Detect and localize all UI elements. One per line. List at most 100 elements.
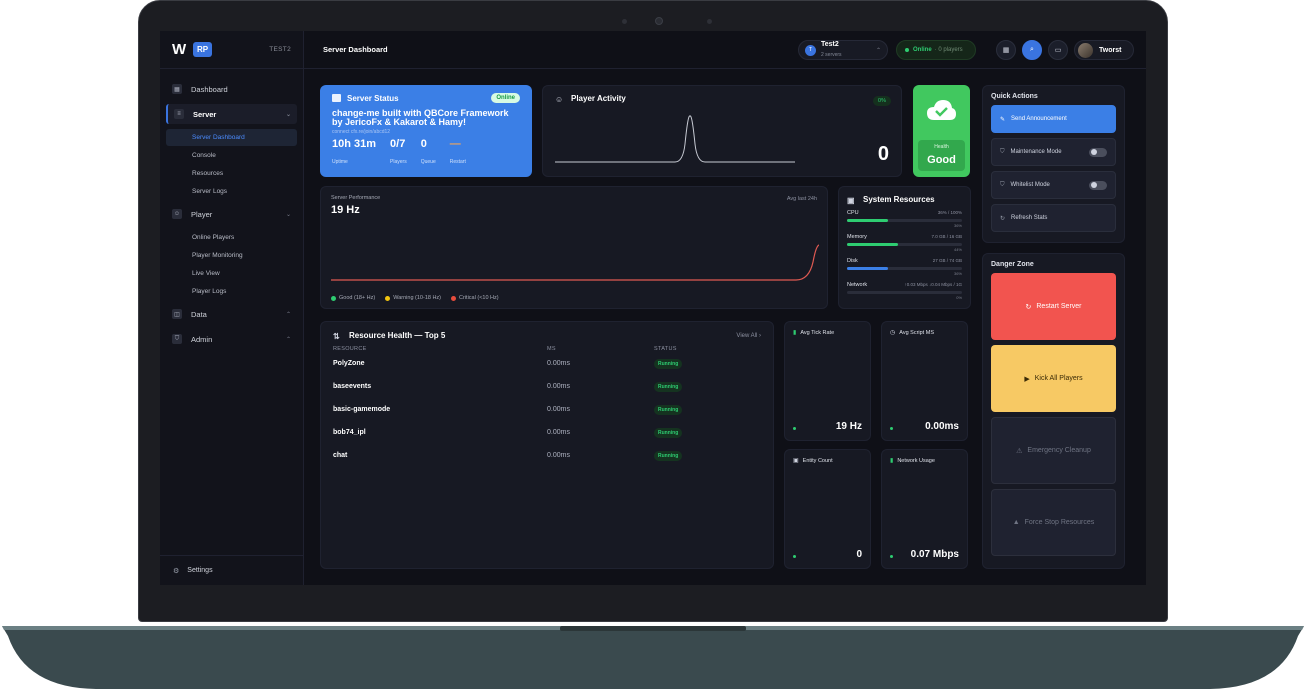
quick-actions-title: Quick Actions bbox=[991, 93, 1038, 100]
table-row[interactable]: bob74_ipl 0.00ms Running bbox=[333, 421, 761, 444]
server-status-title: Server Status bbox=[347, 93, 399, 103]
sidebar-subitem-player-logs[interactable]: Player Logs bbox=[166, 283, 297, 300]
shield-icon: ⛉ bbox=[1000, 148, 1005, 155]
kick-icon: ▶ bbox=[1024, 375, 1030, 383]
button-label: Force Stop Resources bbox=[1024, 519, 1095, 526]
refresh-stats-button[interactable]: ↻ Refresh Stats bbox=[991, 204, 1116, 232]
app-logo: W bbox=[172, 41, 187, 58]
chevron-down-icon: ⌄ bbox=[285, 211, 291, 218]
sidebar-subitem-server-dashboard[interactable]: Server Dashboard bbox=[166, 129, 297, 146]
view-all-link[interactable]: View All › bbox=[736, 333, 761, 339]
server-selector[interactable]: T Test2 2 servers ⌃ bbox=[798, 40, 888, 60]
restart-value: — bbox=[449, 138, 461, 150]
danger-zone-title: Danger Zone bbox=[991, 261, 1034, 268]
resource-bar-fill bbox=[847, 267, 889, 270]
avatar bbox=[1078, 42, 1093, 58]
server-count: 2 servers bbox=[821, 52, 842, 58]
table-row[interactable]: baseevents 0.00ms Running bbox=[333, 375, 761, 398]
metric-label: Avg Script MS bbox=[899, 329, 934, 336]
sidebar-subitem-console[interactable]: Console bbox=[166, 147, 297, 164]
resource-percent: 44% bbox=[953, 247, 962, 252]
connect-string[interactable]: connect cfx.re/join/abcd12 bbox=[332, 129, 520, 135]
toggle-label: Maintenance Mode bbox=[1010, 149, 1062, 155]
resource-name: chat bbox=[333, 452, 348, 459]
status-dot-icon bbox=[890, 427, 893, 430]
sidebar-nav: ▦ Dashboard ≡ Server ⌄ Server Dashboard … bbox=[160, 69, 303, 349]
sidebar-subitem-live-view[interactable]: Live View bbox=[166, 265, 297, 282]
chevron-down-icon: ⌄ bbox=[285, 111, 291, 118]
uptime-label: Uptime bbox=[332, 159, 348, 165]
chat-button[interactable]: ▭ bbox=[1048, 40, 1068, 60]
users-icon: ☺ bbox=[555, 94, 564, 104]
resource-name: basic-gamemode bbox=[333, 406, 391, 413]
shield-icon: ⛉ bbox=[1000, 181, 1005, 188]
resource-value: ↑0.03 Mbps ↓0.04 Mbps / 1G bbox=[904, 282, 962, 287]
status-badge: Running bbox=[654, 405, 683, 415]
status-dot-icon bbox=[905, 48, 909, 52]
emergency-cleanup-button[interactable]: ⚠ Emergency Cleanup bbox=[991, 417, 1116, 484]
server-status-card: Server Status Online change-me built wit… bbox=[320, 85, 532, 177]
legend-swatch bbox=[385, 295, 391, 301]
restart-server-button[interactable]: ↻ Restart Server bbox=[991, 273, 1116, 340]
toggle-knob bbox=[1091, 182, 1097, 188]
legend-label: Warning (10-18 Hz) bbox=[393, 295, 442, 301]
online-players: · 0 players bbox=[934, 47, 963, 53]
whitelist-mode-toggle[interactable] bbox=[1089, 180, 1107, 190]
sidebar-subitem-server-logs[interactable]: Server Logs bbox=[166, 183, 297, 200]
sidebar-subitem-online-players[interactable]: Online Players bbox=[166, 229, 297, 246]
sidebar-item-admin[interactable]: ⛉ Admin ⌃ bbox=[166, 329, 297, 349]
player-activity-card: ☺ Player Activity 0% 0 bbox=[542, 85, 902, 177]
maintenance-mode-toggle[interactable] bbox=[1089, 147, 1107, 157]
sidebar-subitem-resources[interactable]: Resources bbox=[166, 165, 297, 182]
sidebar-item-player[interactable]: ☺ Player ⌄ bbox=[166, 204, 297, 224]
column-header: STATUS bbox=[654, 346, 677, 352]
sort-icon: ⇅ bbox=[333, 331, 340, 341]
metric-value: 0.00ms bbox=[925, 421, 959, 432]
sidebar: W RP TEST2 ▦ Dashboard ≡ Server ⌄ Server… bbox=[160, 31, 304, 585]
restart-label: Restart bbox=[449, 159, 466, 165]
activity-change-badge: 0% bbox=[873, 96, 891, 106]
health-card: Health Good bbox=[913, 85, 970, 177]
avg-script-ms-card: ◷ Avg Script MS 0.00ms bbox=[881, 321, 968, 441]
sidebar-item-server[interactable]: ≡ Server ⌄ bbox=[166, 104, 297, 124]
button-label: Kick All Players bbox=[1034, 375, 1083, 382]
sidebar-subitem-player-monitoring[interactable]: Player Monitoring bbox=[166, 247, 297, 264]
database-icon: ◫ bbox=[172, 309, 182, 319]
sidebar-item-data[interactable]: ◫ Data ⌃ bbox=[166, 304, 297, 324]
resource-memory: Memory 7.0 GB / 16 GB 44% bbox=[847, 234, 962, 252]
legend-warning: Warning (10-18 Hz) bbox=[385, 295, 441, 301]
resource-bar-fill bbox=[847, 219, 889, 222]
resource-ms: 0.00ms bbox=[547, 406, 570, 413]
network-usage-card: ▮ Network Usage 0.07 Mbps bbox=[881, 449, 968, 569]
resource-bar bbox=[847, 291, 962, 294]
force-stop-resources-button[interactable]: ▲ Force Stop Resources bbox=[991, 489, 1116, 556]
resource-bar-fill bbox=[847, 243, 898, 246]
topbar: Server Dashboard T Test2 2 servers ⌃ Onl… bbox=[304, 31, 1146, 69]
danger-zone-card: Danger Zone ↻ Restart Server ▶ Kick All … bbox=[982, 253, 1125, 569]
metric-label: Entity Count bbox=[802, 457, 833, 464]
search-button[interactable]: ⌕ bbox=[1022, 40, 1042, 60]
apps-grid-button[interactable]: ▦ bbox=[996, 40, 1016, 60]
health-label: Health bbox=[934, 144, 949, 150]
refresh-icon: ↻ bbox=[1000, 215, 1006, 222]
resource-percent: 36% bbox=[953, 223, 962, 228]
metric-value: 0 bbox=[856, 549, 862, 560]
resource-bar bbox=[847, 243, 962, 246]
resource-ms: 0.00ms bbox=[547, 360, 570, 367]
resource-ms: 0.00ms bbox=[547, 452, 570, 459]
send-announcement-button[interactable]: ✎ Send Announcement bbox=[991, 105, 1116, 133]
online-label: Online bbox=[913, 47, 932, 53]
legend-label: Critical (<10 Hz) bbox=[459, 295, 499, 301]
kick-all-players-button[interactable]: ▶ Kick All Players bbox=[991, 345, 1116, 412]
sidebar-item-dashboard[interactable]: ▦ Dashboard bbox=[166, 79, 297, 99]
metric-label: Network Usage bbox=[897, 457, 935, 464]
table-row[interactable]: basic-gamemode 0.00ms Running bbox=[333, 398, 761, 421]
table-row[interactable]: PolyZone 0.00ms Running bbox=[333, 352, 761, 375]
queue-label: Queue bbox=[420, 159, 436, 165]
player-activity-sparkline bbox=[555, 115, 795, 163]
settings-button[interactable]: ⚙ Settings bbox=[160, 555, 303, 585]
resource-name: CPU bbox=[847, 210, 859, 216]
user-menu[interactable]: Tworst bbox=[1074, 40, 1134, 60]
table-row[interactable]: chat 0.00ms Running bbox=[333, 444, 761, 467]
uptime-value: 10h 31m bbox=[332, 138, 377, 150]
